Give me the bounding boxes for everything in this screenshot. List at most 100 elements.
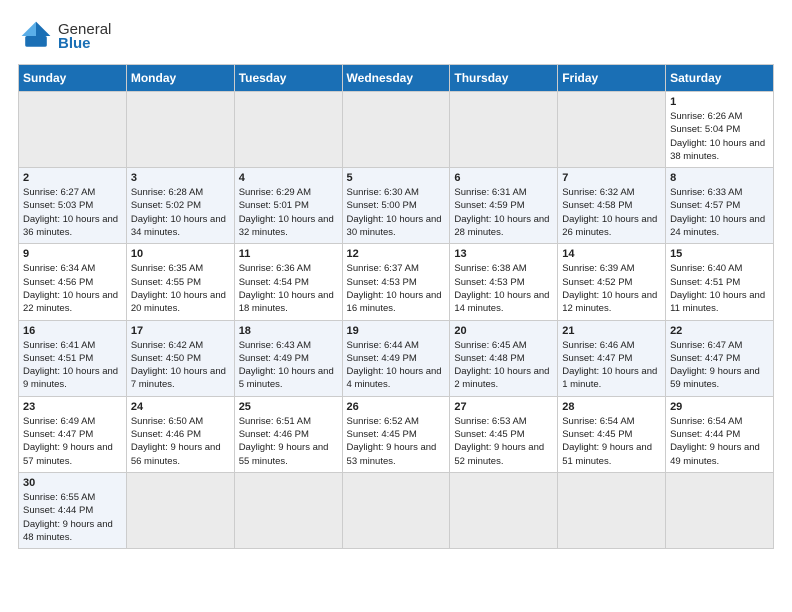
day-info: Sunrise: 6:27 AM Sunset: 5:03 PM Dayligh… [23, 186, 122, 239]
day-number: 28 [562, 401, 661, 413]
col-header-thursday: Thursday [450, 65, 558, 92]
header-row: SundayMondayTuesdayWednesdayThursdayFrid… [19, 65, 774, 92]
day-number: 19 [347, 325, 446, 337]
day-cell: 15 Sunrise: 6:40 AM Sunset: 4:51 PM Dayli… [666, 244, 774, 320]
col-header-wednesday: Wednesday [342, 65, 450, 92]
day-info: Sunrise: 6:45 AM Sunset: 4:48 PM Dayligh… [454, 339, 553, 392]
header: General Blue [18, 18, 774, 54]
day-info: Sunrise: 6:55 AM Sunset: 4:44 PM Dayligh… [23, 491, 122, 544]
day-number: 13 [454, 248, 553, 260]
col-header-saturday: Saturday [666, 65, 774, 92]
week-row-1: 1 Sunrise: 6:26 AM Sunset: 5:04 PM Daylig… [19, 92, 774, 168]
day-info: Sunrise: 6:38 AM Sunset: 4:53 PM Dayligh… [454, 262, 553, 315]
day-info: Sunrise: 6:51 AM Sunset: 4:46 PM Dayligh… [239, 415, 338, 468]
day-cell: 4Sunrise: 6:29 AM Sunset: 5:01 PM Daylig… [234, 168, 342, 244]
logo-icon [18, 18, 54, 54]
day-number: 7 [562, 172, 661, 184]
day-info: Sunrise: 6:28 AM Sunset: 5:02 PM Dayligh… [131, 186, 230, 239]
day-cell: 1 Sunrise: 6:26 AM Sunset: 5:04 PM Daylig… [666, 92, 774, 168]
day-number: 17 [131, 325, 230, 337]
day-number: 16 [23, 325, 122, 337]
day-number: 15 [670, 248, 769, 260]
day-info: Sunrise: 6:54 AM Sunset: 4:44 PM Dayligh… [670, 415, 769, 468]
day-cell [666, 472, 774, 548]
day-info: Sunrise: 6:46 AM Sunset: 4:47 PM Dayligh… [562, 339, 661, 392]
day-number: 11 [239, 248, 338, 260]
day-number: 5 [347, 172, 446, 184]
day-cell: 22Sunrise: 6:47 AM Sunset: 4:47 PM Dayli… [666, 320, 774, 396]
day-number: 25 [239, 401, 338, 413]
day-info: Sunrise: 6:34 AM Sunset: 4:56 PM Dayligh… [23, 262, 122, 315]
week-row-2: 2 Sunrise: 6:27 AM Sunset: 5:03 PM Daylig… [19, 168, 774, 244]
day-cell [342, 92, 450, 168]
day-cell: 9Sunrise: 6:34 AM Sunset: 4:56 PM Daylig… [19, 244, 127, 320]
day-number: 3 [131, 172, 230, 184]
day-cell: 12Sunrise: 6:37 AM Sunset: 4:53 PM Dayli… [342, 244, 450, 320]
day-cell: 24 Sunrise: 6:50 AM Sunset: 4:46 PM Dayli… [126, 396, 234, 472]
day-number: 2 [23, 172, 122, 184]
col-header-monday: Monday [126, 65, 234, 92]
day-cell: 2 Sunrise: 6:27 AM Sunset: 5:03 PM Daylig… [19, 168, 127, 244]
day-number: 27 [454, 401, 553, 413]
day-number: 8 [670, 172, 769, 184]
day-cell [450, 472, 558, 548]
day-number: 22 [670, 325, 769, 337]
day-cell: 7Sunrise: 6:32 AM Sunset: 4:58 PM Daylig… [558, 168, 666, 244]
day-cell: 18 Sunrise: 6:43 AM Sunset: 4:49 PM Dayli… [234, 320, 342, 396]
day-cell: 21Sunrise: 6:46 AM Sunset: 4:47 PM Dayli… [558, 320, 666, 396]
day-info: Sunrise: 6:26 AM Sunset: 5:04 PM Dayligh… [670, 110, 769, 163]
day-info: Sunrise: 6:44 AM Sunset: 4:49 PM Dayligh… [347, 339, 446, 392]
day-number: 30 [23, 477, 122, 489]
day-cell [234, 92, 342, 168]
day-cell: 29Sunrise: 6:54 AM Sunset: 4:44 PM Dayli… [666, 396, 774, 472]
calendar-page: General Blue SundayMondayTuesdayWednesda… [0, 0, 792, 561]
day-info: Sunrise: 6:53 AM Sunset: 4:45 PM Dayligh… [454, 415, 553, 468]
day-number: 14 [562, 248, 661, 260]
day-cell [558, 92, 666, 168]
col-header-tuesday: Tuesday [234, 65, 342, 92]
week-row-4: 16 Sunrise: 6:41 AM Sunset: 4:51 PM Dayli… [19, 320, 774, 396]
day-cell: 17Sunrise: 6:42 AM Sunset: 4:50 PM Dayli… [126, 320, 234, 396]
day-cell: 11 Sunrise: 6:36 AM Sunset: 4:54 PM Dayli… [234, 244, 342, 320]
day-cell: 20Sunrise: 6:45 AM Sunset: 4:48 PM Dayli… [450, 320, 558, 396]
day-info: Sunrise: 6:49 AM Sunset: 4:47 PM Dayligh… [23, 415, 122, 468]
day-number: 1 [670, 96, 769, 108]
day-cell: 25 Sunrise: 6:51 AM Sunset: 4:46 PM Dayli… [234, 396, 342, 472]
day-cell: 16 Sunrise: 6:41 AM Sunset: 4:51 PM Dayli… [19, 320, 127, 396]
day-number: 4 [239, 172, 338, 184]
day-info: Sunrise: 6:52 AM Sunset: 4:45 PM Dayligh… [347, 415, 446, 468]
day-info: Sunrise: 6:41 AM Sunset: 4:51 PM Dayligh… [23, 339, 122, 392]
col-header-sunday: Sunday [19, 65, 127, 92]
day-number: 10 [131, 248, 230, 260]
day-number: 24 [131, 401, 230, 413]
day-cell: 27 Sunrise: 6:53 AM Sunset: 4:45 PM Dayli… [450, 396, 558, 472]
day-cell [19, 92, 127, 168]
week-row-3: 9Sunrise: 6:34 AM Sunset: 4:56 PM Daylig… [19, 244, 774, 320]
day-info: Sunrise: 6:39 AM Sunset: 4:52 PM Dayligh… [562, 262, 661, 315]
day-cell [126, 472, 234, 548]
day-info: Sunrise: 6:43 AM Sunset: 4:49 PM Dayligh… [239, 339, 338, 392]
day-number: 18 [239, 325, 338, 337]
logo: General Blue [18, 18, 111, 54]
day-cell: 19 Sunrise: 6:44 AM Sunset: 4:49 PM Dayli… [342, 320, 450, 396]
day-info: Sunrise: 6:37 AM Sunset: 4:53 PM Dayligh… [347, 262, 446, 315]
col-header-friday: Friday [558, 65, 666, 92]
day-cell: 28Sunrise: 6:54 AM Sunset: 4:45 PM Dayli… [558, 396, 666, 472]
day-info: Sunrise: 6:36 AM Sunset: 4:54 PM Dayligh… [239, 262, 338, 315]
week-row-5: 23Sunrise: 6:49 AM Sunset: 4:47 PM Dayli… [19, 396, 774, 472]
day-cell: 30 Sunrise: 6:55 AM Sunset: 4:44 PM Dayli… [19, 472, 127, 548]
day-info: Sunrise: 6:35 AM Sunset: 4:55 PM Dayligh… [131, 262, 230, 315]
day-cell: 10 Sunrise: 6:35 AM Sunset: 4:55 PM Dayli… [126, 244, 234, 320]
day-info: Sunrise: 6:50 AM Sunset: 4:46 PM Dayligh… [131, 415, 230, 468]
day-cell [234, 472, 342, 548]
day-cell: 13 Sunrise: 6:38 AM Sunset: 4:53 PM Dayli… [450, 244, 558, 320]
logo-text: General Blue [58, 21, 111, 52]
day-cell [558, 472, 666, 548]
day-cell: 23Sunrise: 6:49 AM Sunset: 4:47 PM Dayli… [19, 396, 127, 472]
day-cell: 5Sunrise: 6:30 AM Sunset: 5:00 PM Daylig… [342, 168, 450, 244]
day-cell [342, 472, 450, 548]
day-info: Sunrise: 6:40 AM Sunset: 4:51 PM Dayligh… [670, 262, 769, 315]
day-cell: 6Sunrise: 6:31 AM Sunset: 4:59 PM Daylig… [450, 168, 558, 244]
day-cell [126, 92, 234, 168]
day-info: Sunrise: 6:31 AM Sunset: 4:59 PM Dayligh… [454, 186, 553, 239]
